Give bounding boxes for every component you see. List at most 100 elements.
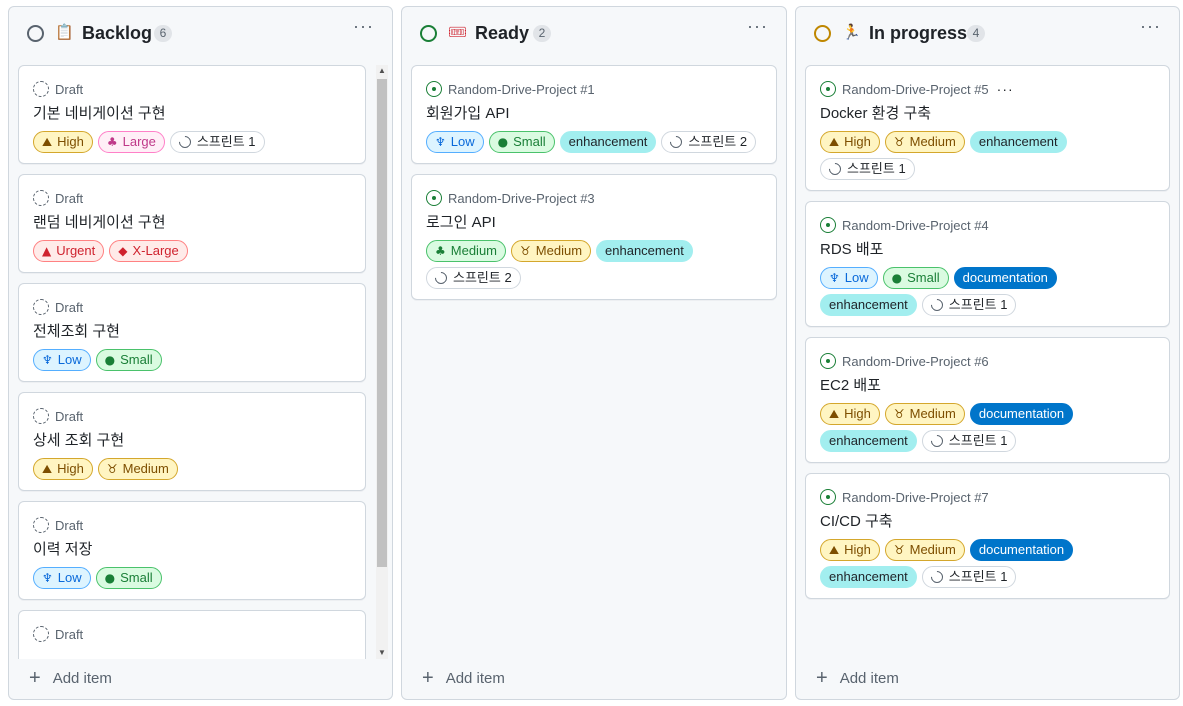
iteration-icon (667, 133, 685, 151)
enhancement-label[interactable]: enhancement (820, 566, 917, 588)
card[interactable]: Draft 랜덤 네비게이션 구현 ▲ Urgent ◆ X-Large (18, 174, 366, 273)
column-menu-button[interactable]: ··· (353, 17, 374, 35)
size-label[interactable]: ● Small (95, 567, 162, 589)
iteration-icon (928, 568, 946, 586)
open-issue-icon (820, 217, 836, 233)
scroll-down-arrow-icon[interactable]: ▼ (376, 647, 388, 659)
card-status: Draft (55, 190, 84, 206)
card-title[interactable]: RDS 배포 (820, 239, 1155, 261)
card-title[interactable]: 로그인 API (426, 212, 762, 234)
size-label[interactable]: ● Small (95, 349, 162, 371)
priority-label[interactable]: ⛰ High (33, 458, 93, 480)
card-title[interactable]: Docker 환경 구축 (820, 103, 1155, 125)
ox-icon: ♉ (893, 135, 905, 149)
whale-icon: ◆ (118, 244, 128, 258)
add-item-button[interactable]: + Add item (816, 668, 899, 688)
mountain-icon: ⛰ (829, 543, 840, 557)
iteration-label[interactable]: 스프린트 2 (661, 131, 757, 153)
card-title[interactable]: CI/CD 구축 (820, 511, 1155, 533)
iteration-label[interactable]: 스프린트 2 (426, 267, 521, 289)
rabbit-icon: ● (104, 571, 116, 585)
open-issue-icon (820, 353, 836, 369)
scrollbar[interactable]: ▲ ▼ (376, 65, 388, 659)
add-item-button[interactable]: + Add item (29, 668, 112, 688)
card[interactable]: Draft 상세 조회 구현 ⛰ High ♉ Medium (18, 392, 366, 491)
iteration-label[interactable]: 스프린트 1 (921, 294, 1017, 316)
priority-label[interactable]: ⛰ High (820, 403, 880, 425)
size-label[interactable]: ♉ Medium (884, 539, 965, 561)
palm-tree-icon: ♆ (435, 135, 446, 149)
tree-icon: ♣ (435, 244, 446, 258)
card-title[interactable]: 기본 네비게이션 구현 (33, 103, 351, 125)
priority-label[interactable]: ♆ Low (33, 567, 91, 589)
card[interactable]: Draft 이력 저장 ♆ Low ● Small (18, 501, 366, 600)
size-label[interactable]: ● Small (882, 267, 949, 289)
iteration-label[interactable]: 스프린트 1 (820, 158, 915, 180)
scrollbar-thumb[interactable] (377, 79, 387, 567)
card[interactable]: Random-Drive-Project #5 ··· Docker 환경 구축 … (805, 65, 1170, 191)
mountain-icon: ⛰ (829, 407, 840, 421)
iteration-icon (928, 432, 946, 450)
priority-label[interactable]: ⛰ High (820, 539, 880, 561)
card-title[interactable]: 회원가입 API (426, 103, 762, 125)
column-menu-button[interactable]: ··· (1140, 17, 1161, 35)
card-title[interactable]: 상세 조회 구현 (33, 430, 351, 452)
scroll-up-arrow-icon[interactable]: ▲ (376, 65, 388, 77)
card-title[interactable]: 이력 저장 (33, 539, 351, 561)
volcano-icon: ▲ (42, 244, 52, 258)
draft-icon (33, 517, 49, 533)
iteration-icon (432, 269, 450, 287)
card-menu-button[interactable]: ··· (997, 81, 1014, 97)
documentation-label[interactable]: documentation (969, 539, 1074, 561)
column-header: 🏃 In progress 4 ··· (796, 7, 1179, 59)
documentation-label[interactable]: documentation (953, 267, 1057, 289)
card[interactable]: Random-Drive-Project #4 RDS 배포 ♆ Low ● Sma… (805, 201, 1170, 327)
priority-label[interactable]: ⛰ High (820, 131, 880, 153)
enhancement-label[interactable]: enhancement (969, 131, 1067, 153)
card-status: Random-Drive-Project #6 (842, 353, 989, 369)
iteration-label[interactable]: 스프린트 1 (921, 430, 1017, 452)
size-label[interactable]: ♉ Medium (511, 240, 592, 262)
priority-label[interactable]: ♆ Low (33, 349, 91, 371)
column-menu-button[interactable]: ··· (747, 17, 768, 35)
iteration-label[interactable]: 스프린트 1 (169, 131, 265, 153)
size-label[interactable]: ♉ Medium (884, 403, 965, 425)
priority-label[interactable]: ▲ Urgent (33, 240, 105, 262)
card[interactable]: Draft 전체조회 구현 ♆ Low ● Small (18, 283, 366, 382)
size-label[interactable]: ♉ Medium (884, 131, 965, 153)
enhancement-label[interactable]: enhancement (820, 430, 917, 452)
enhancement-label[interactable]: enhancement (596, 240, 693, 262)
size-label[interactable]: ♉ Medium (97, 458, 178, 480)
card[interactable]: Draft (18, 610, 366, 659)
card-title[interactable]: EC2 배포 (820, 375, 1155, 397)
enhancement-label[interactable]: enhancement (559, 131, 657, 153)
card-list: Random-Drive-Project #1 회원가입 API ♆ Low ● S… (411, 65, 777, 659)
rabbit-icon: ● (891, 271, 903, 285)
ox-icon: ♉ (893, 543, 905, 557)
documentation-label[interactable]: documentation (969, 403, 1074, 425)
card[interactable]: Random-Drive-Project #1 회원가입 API ♆ Low ● S… (411, 65, 777, 164)
card[interactable]: Random-Drive-Project #6 EC2 배포 ⛰ High ♉ Me… (805, 337, 1170, 463)
size-label[interactable]: ● Small (488, 131, 555, 153)
card[interactable]: Random-Drive-Project #7 CI/CD 구축 ⛰ High ♉… (805, 473, 1170, 599)
enhancement-label[interactable]: enhancement (820, 294, 917, 316)
draft-icon (33, 408, 49, 424)
card-title[interactable]: 전체조회 구현 (33, 321, 351, 343)
card[interactable]: Random-Drive-Project #3 로그인 API ♣ Medium … (411, 174, 777, 300)
card[interactable]: Draft 기본 네비게이션 구현 ⛰ High ♣ Large 스프린트 1 (18, 65, 366, 164)
card-status: Random-Drive-Project #1 (448, 81, 595, 97)
status-circle-icon (814, 25, 831, 42)
priority-label[interactable]: ⛰ High (33, 131, 93, 153)
priority-label[interactable]: ♣ Medium (426, 240, 507, 262)
column-header: 🎟 Ready 2 ··· (402, 7, 786, 59)
priority-label[interactable]: ♆ Low (820, 267, 878, 289)
priority-label[interactable]: ♆ Low (426, 131, 484, 153)
add-item-button[interactable]: + Add item (422, 668, 505, 688)
card-status: Draft (55, 81, 84, 97)
card-list: Draft 기본 네비게이션 구현 ⛰ High ♣ Large 스프린트 1 Dr… (18, 65, 366, 659)
card-title[interactable]: 랜덤 네비게이션 구현 (33, 212, 351, 234)
iteration-label[interactable]: 스프린트 1 (921, 566, 1017, 588)
size-label[interactable]: ♣ Large (97, 131, 165, 153)
size-label[interactable]: ◆ X-Large (109, 240, 188, 262)
ox-icon: ♉ (106, 462, 118, 476)
